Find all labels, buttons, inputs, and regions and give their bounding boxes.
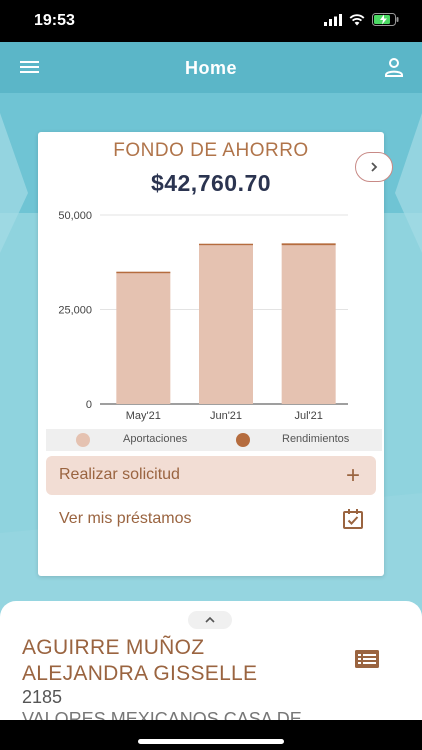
- y-tick-label: 25,000: [58, 305, 92, 317]
- details-list-button[interactable]: [354, 648, 380, 670]
- signal-icon: [324, 13, 342, 26]
- profile-button[interactable]: [382, 55, 406, 79]
- sheet-expand-handle[interactable]: [188, 611, 232, 629]
- legend-swatch-aportaciones: [76, 433, 90, 447]
- status-time: 19:53: [34, 12, 75, 29]
- chevron-right-icon: [371, 162, 378, 172]
- view-loans-button[interactable]: Ver mis préstamos: [46, 502, 376, 538]
- legend-label-rendimientos: Rendimientos: [282, 433, 350, 445]
- y-tick-label: 0: [86, 399, 92, 411]
- balance-amount: $42,760.70: [150, 170, 272, 196]
- bar-aportaciones: [199, 245, 253, 404]
- battery-charging-icon: [372, 13, 399, 26]
- plus-icon: +: [345, 462, 360, 489]
- status-bar: 19:53: [0, 0, 422, 42]
- chevron-up-icon: [205, 616, 215, 623]
- savings-bar-chart: 0 25,000 50,000 May'21 Jun'21 Jul'21: [58, 210, 348, 422]
- page-title: Home: [184, 58, 237, 78]
- legend-swatch-rendimientos: [236, 433, 250, 447]
- bar-aportaciones: [116, 272, 171, 404]
- bar-rendimientos: [199, 243, 253, 246]
- savings-fund-card: FONDO DE AHORRO $42,760.70 0 25,000 50,000…: [38, 132, 393, 576]
- home-indicator[interactable]: [138, 739, 284, 744]
- request-button-label: Realizar solicitud: [59, 466, 180, 483]
- account-holder-name: AGUIRRE MUÑOZ ALEJANDRA GISSELLE: [22, 635, 257, 687]
- next-button[interactable]: [355, 152, 393, 182]
- home-bar: [0, 720, 422, 750]
- request-button[interactable]: Realizar solicitud +: [46, 456, 376, 495]
- calendar-check-icon: [343, 509, 363, 529]
- y-tick-label: 50,000: [58, 210, 92, 222]
- x-tick-label: Jul'21: [294, 410, 322, 422]
- company-name: VALORES MEXICANOS CASA DE: [22, 709, 302, 720]
- app-bar: Home: [0, 42, 422, 93]
- card-title: FONDO DE AHORRO: [113, 140, 309, 161]
- x-tick-label: May'21: [126, 410, 161, 422]
- bar-rendimientos: [281, 243, 336, 246]
- view-loans-label: Ver mis préstamos: [59, 510, 192, 527]
- user-icon: [385, 58, 403, 77]
- account-holder-name-line1: AGUIRRE MUÑOZ: [22, 636, 205, 659]
- chart-legend: Aportaciones Rendimientos: [46, 429, 382, 451]
- status-icons: [324, 13, 400, 26]
- bar-aportaciones: [281, 245, 336, 404]
- wifi-icon: [349, 13, 365, 25]
- legend-label-aportaciones: Aportaciones: [123, 433, 188, 445]
- list-icon: [355, 650, 379, 668]
- employee-number: 2185: [22, 687, 63, 707]
- x-tick-label: Jun'21: [210, 410, 242, 422]
- account-holder-name-line2: ALEJANDRA GISSELLE: [22, 662, 258, 685]
- bar-rendimientos: [116, 271, 171, 274]
